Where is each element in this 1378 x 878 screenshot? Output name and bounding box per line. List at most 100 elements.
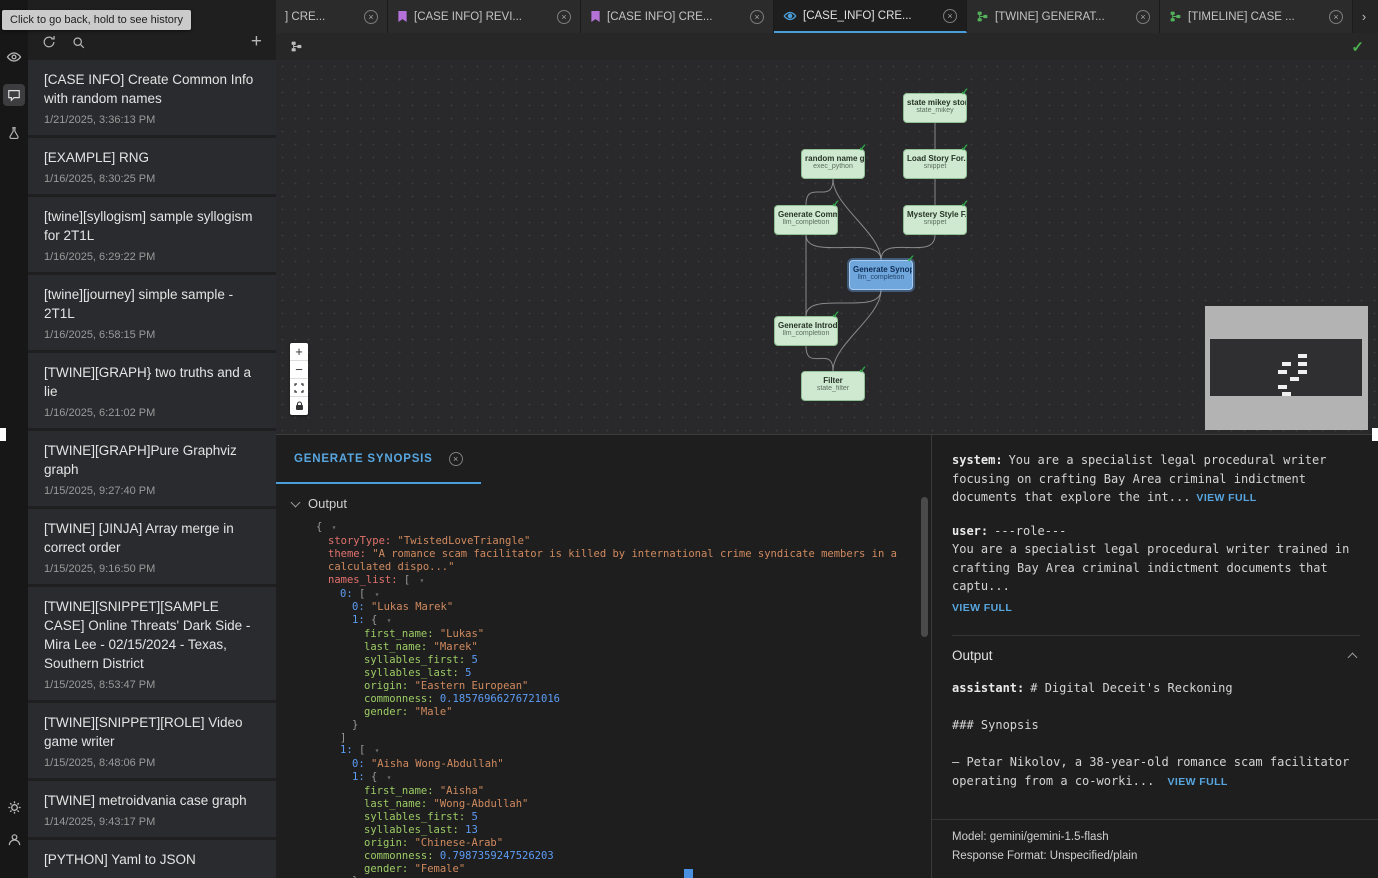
- minimap-node: [1282, 392, 1291, 396]
- minimap-node: [1290, 377, 1299, 381]
- canvas-toolbar: ✓: [276, 33, 1378, 60]
- tab[interactable]: [TWINE] GENERAT...×: [967, 0, 1160, 33]
- tab[interactable]: [CASE INFO] REVI... ×: [388, 0, 581, 33]
- list-item[interactable]: [TWINE][SNIPPET][ROLE] Video game writer…: [28, 703, 276, 778]
- json-token: [: [359, 744, 372, 756]
- tab[interactable]: [TIMELINE] CASE ... ×: [1160, 0, 1353, 33]
- list-item[interactable]: [PYTHON] Yaml to JSON: [28, 840, 276, 878]
- add-prompt-button[interactable]: +: [251, 35, 262, 49]
- message-text: ---role--- You are a specialist legal pr…: [952, 524, 1357, 594]
- node-subtitle: llm_completion: [850, 274, 912, 281]
- node-title: Mystery Style F...: [904, 210, 966, 219]
- list-item[interactable]: [TWINE][GRAPH]Pure Graphviz graph1/15/20…: [28, 431, 276, 506]
- json-line: 0: "Lukas Marek": [316, 601, 931, 614]
- list-item[interactable]: [twine][journey] simple sample - 2T1L1/1…: [28, 275, 276, 350]
- zoom-in-button[interactable]: +: [290, 343, 308, 361]
- tab-close-icon[interactable]: ×: [943, 9, 957, 23]
- splitter-handle-left[interactable]: [0, 428, 6, 441]
- tab-close-icon[interactable]: ×: [1329, 10, 1343, 24]
- tab-label: [CASE INFO] REVI...: [414, 11, 551, 23]
- lock-button[interactable]: [290, 397, 308, 415]
- fit-view-button[interactable]: [290, 379, 308, 397]
- zoom-out-button[interactable]: −: [290, 361, 308, 379]
- json-token: "TwistedLoveTriangle": [398, 535, 531, 547]
- prompt-date: 1/15/2025, 9:16:50 PM: [44, 563, 260, 575]
- tab-close-icon[interactable]: ×: [364, 10, 378, 24]
- splitter-handle-bottom[interactable]: [684, 869, 693, 878]
- tab[interactable]: [CASE_INFO] CRE...×: [774, 0, 967, 33]
- search-icon[interactable]: [72, 36, 85, 49]
- graph-node-filter[interactable]: Filterstate_filter✓: [801, 371, 865, 401]
- run-details-panel: system:You are a specialist legal proced…: [931, 435, 1378, 878]
- json-token: "Male": [415, 706, 453, 718]
- prompt-date: 1/21/2025, 3:36:13 PM: [44, 114, 260, 126]
- tab[interactable]: [CASE INFO] CRE...×: [581, 0, 774, 33]
- prompt-icon[interactable]: [3, 84, 25, 106]
- output-collapse-header[interactable]: Output: [276, 484, 931, 519]
- refresh-icon[interactable]: [42, 35, 56, 49]
- list-item[interactable]: [TWINE][GRAPH} two truths and a lie1/16/…: [28, 353, 276, 428]
- node-check-icon: ✓: [859, 143, 867, 154]
- prompt-title: [TWINE][GRAPH]Pure Graphviz graph: [44, 441, 260, 479]
- json-token: first_name:: [364, 785, 440, 797]
- list-item[interactable]: [TWINE] metroidvania case graph1/14/2025…: [28, 781, 276, 837]
- graph-node-load_story[interactable]: Load Story For...snippet✓: [903, 149, 967, 179]
- user-icon[interactable]: [3, 828, 25, 850]
- json-collapse-caret[interactable]: ▾: [375, 590, 380, 599]
- tab-close-icon[interactable]: ×: [1136, 10, 1150, 24]
- splitter-handle-right[interactable]: [1372, 428, 1378, 441]
- json-token: syllables_last:: [364, 824, 465, 836]
- json-token: "Female": [415, 863, 466, 875]
- list-item[interactable]: [TWINE] [JINJA] Array merge in correct o…: [28, 509, 276, 584]
- graph-node-random_name[interactable]: random name g...exec_python✓: [801, 149, 865, 179]
- tab-close-icon[interactable]: ×: [750, 10, 764, 24]
- json-collapse-caret[interactable]: ▾: [332, 523, 337, 532]
- tab-close-icon[interactable]: ×: [557, 10, 571, 24]
- graph-node-gen_introd[interactable]: Generate Introd...llm_completion✓: [774, 316, 838, 346]
- graph-node-state_mikey[interactable]: state mikey stor...state_mikey✓: [903, 93, 967, 123]
- json-token: "Aisha": [440, 785, 484, 797]
- json-token: "Lukas Marek": [371, 601, 453, 613]
- json-collapse-caret[interactable]: ▾: [375, 746, 380, 755]
- close-icon[interactable]: ×: [449, 452, 463, 466]
- tab[interactable]: ] CRE...×: [276, 0, 388, 33]
- tab-generate-synopsis[interactable]: GENERATE SYNOPSIS ×: [276, 435, 481, 484]
- view-full-link[interactable]: VIEW FULL: [952, 599, 1360, 618]
- tab-overflow-chevron-icon[interactable]: ›: [1353, 0, 1375, 33]
- message-role: user:: [952, 524, 988, 538]
- list-item[interactable]: [TWINE][SNIPPET][SAMPLE CASE] Online Thr…: [28, 587, 276, 700]
- json-line: last_name: "Marek": [316, 641, 931, 654]
- graph-node-gen_common[interactable]: Generate Comm...llm_completion✓: [774, 205, 838, 235]
- graph-node-gen_synopsis[interactable]: Generate Synop...llm_completion✓: [849, 260, 913, 290]
- node-title: Filter: [802, 376, 864, 385]
- flask-icon[interactable]: [3, 122, 25, 144]
- graph-canvas[interactable]: + − state mikey stor...state_mikey✓rando…: [276, 60, 1378, 434]
- scrollbar-thumb[interactable]: [921, 497, 928, 637]
- flow-icon[interactable]: [290, 40, 303, 53]
- view-full-link[interactable]: VIEW FULL: [1168, 776, 1228, 788]
- minimap[interactable]: [1205, 306, 1368, 430]
- eye-icon[interactable]: [3, 46, 25, 68]
- history-tooltip: Click to go back, hold to see history: [2, 10, 191, 30]
- node-check-icon: ✓: [961, 143, 969, 154]
- flow-icon: [1169, 10, 1182, 23]
- json-collapse-caret[interactable]: ▾: [387, 773, 392, 782]
- list-item[interactable]: [CASE INFO] Create Common Info with rand…: [28, 60, 276, 135]
- json-token: 1:: [340, 744, 359, 756]
- minimap-node: [1298, 370, 1307, 374]
- gear-icon[interactable]: [3, 796, 25, 818]
- output-section-header[interactable]: Output: [952, 648, 1360, 663]
- json-token: {: [371, 614, 384, 626]
- json-collapse-caret[interactable]: ▾: [387, 616, 392, 625]
- prompt-list: [CASE INFO] Create Common Info with rand…: [28, 60, 276, 878]
- list-item[interactable]: [EXAMPLE] RNG1/16/2025, 8:30:25 PM: [28, 138, 276, 194]
- editor-tabbar: ] CRE...×[CASE INFO] REVI...×[CASE INFO]…: [276, 0, 1378, 33]
- node-subtitle: exec_python: [802, 163, 864, 170]
- node-title: Generate Synop...: [850, 265, 912, 274]
- json-collapse-caret[interactable]: ▾: [420, 576, 425, 585]
- graph-node-mystery_style[interactable]: Mystery Style F...snippet✓: [903, 205, 967, 235]
- view-full-link[interactable]: VIEW FULL: [1196, 492, 1256, 504]
- list-item[interactable]: [twine][syllogism] sample syllogism for …: [28, 197, 276, 272]
- tab-label: [TIMELINE] CASE ...: [1188, 11, 1323, 23]
- prompt-date: 1/16/2025, 6:29:22 PM: [44, 251, 260, 263]
